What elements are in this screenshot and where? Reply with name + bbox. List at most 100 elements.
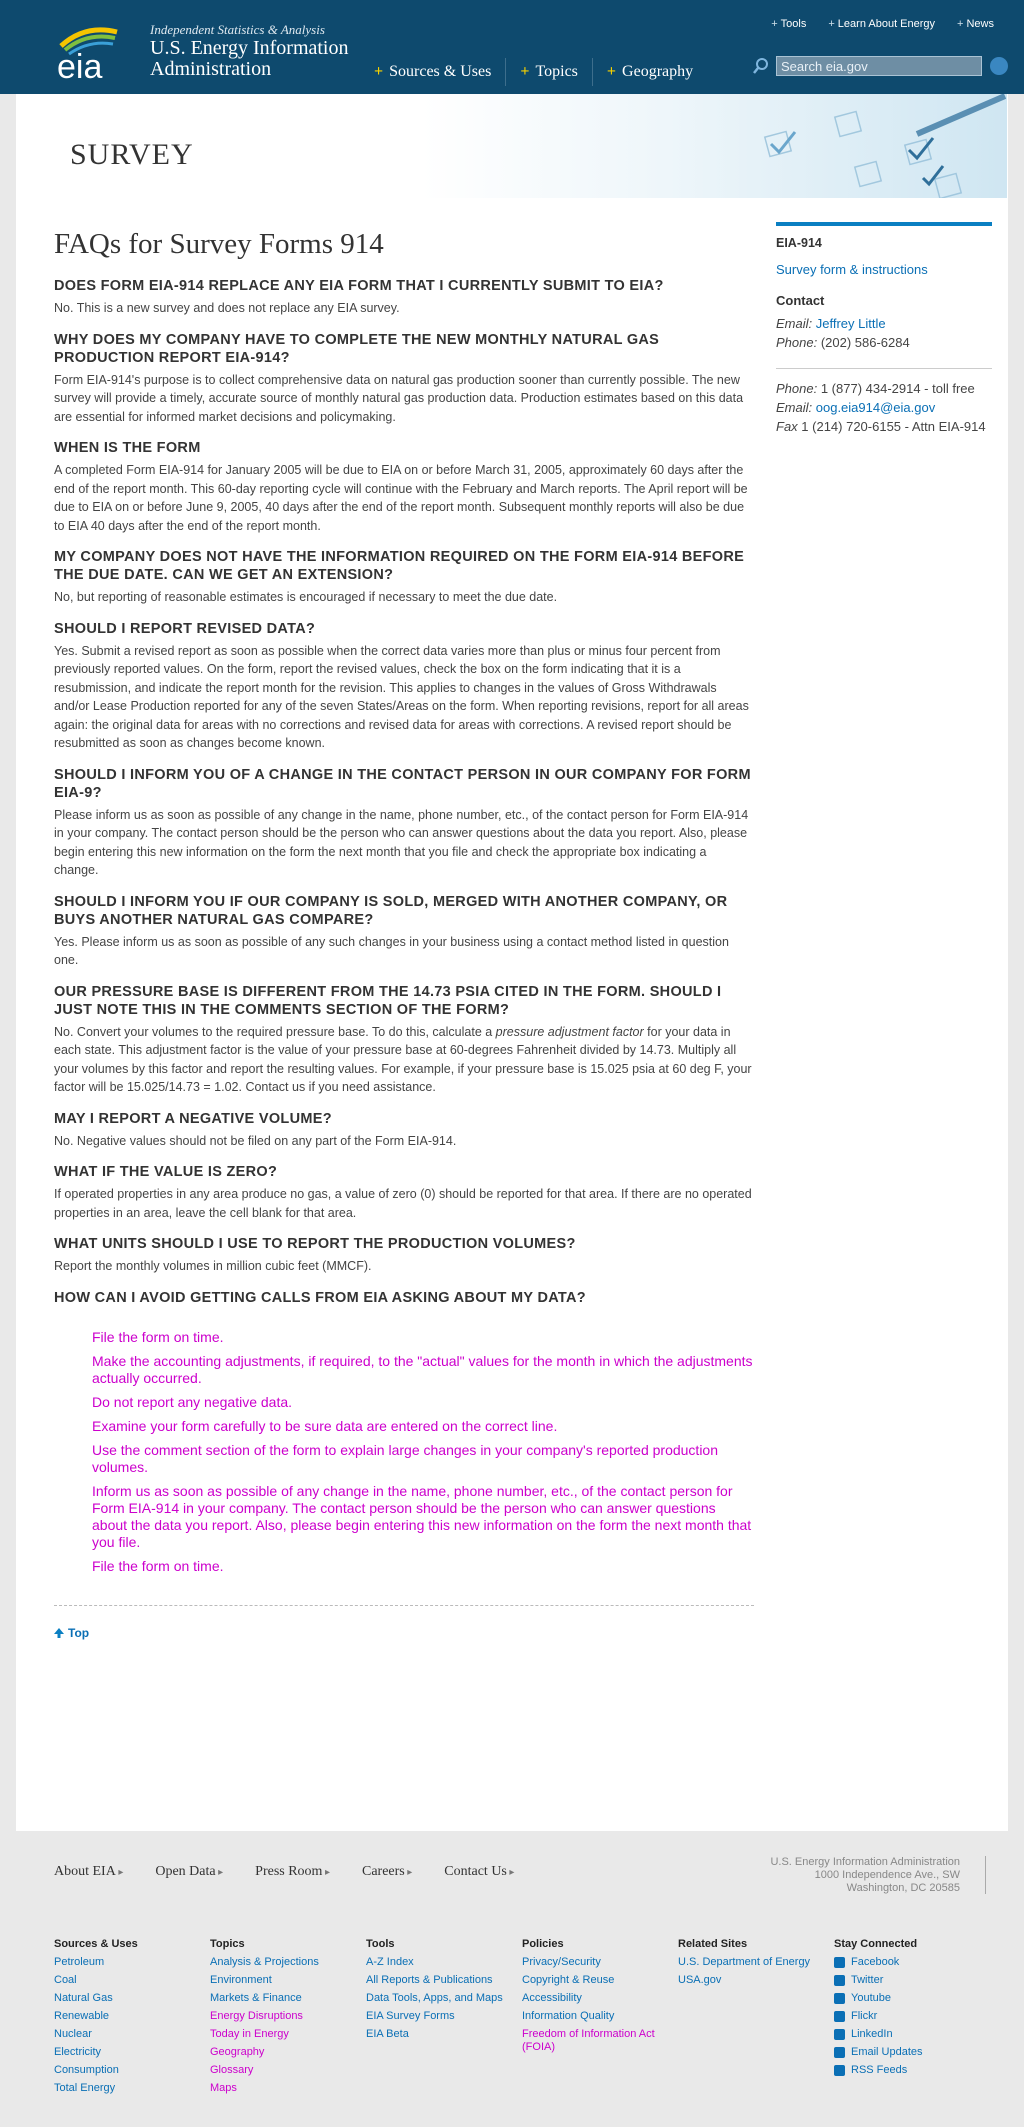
footer-link[interactable]: Coal (54, 1974, 210, 1987)
faq-item: OUR PRESSURE BASE IS DIFFERENT FROM THE … (54, 983, 754, 1097)
survey-form-link[interactable]: Survey form & instructions (776, 262, 992, 277)
email-updates-link[interactable]: Email Updates (834, 2046, 990, 2059)
sidebar-survey-box: EIA-914 Survey form & instructions Conta… (776, 222, 992, 352)
page-container: SURVEY FAQs for Survey Forms 914 DOES FO… (16, 94, 1008, 1831)
footer-col-social: Stay Connected Facebook Twitter Youtube … (834, 1938, 990, 2100)
survey-email: Email: oog.eia914@eia.gov (776, 400, 936, 415)
contact-name-link[interactable]: Jeffrey Little (816, 316, 886, 331)
faq-item: SHOULD I INFORM YOU IF OUR COMPANY IS SO… (54, 893, 754, 970)
faq-answer: No. Negative values should not be filed … (54, 1133, 457, 1148)
util-learn[interactable]: + Learn About Energy (828, 18, 935, 30)
tip-item: Inform us as soon as possible of any cha… (92, 1482, 752, 1550)
facebook-icon (834, 1957, 845, 1968)
page-title: FAQs for Survey Forms 914 (54, 228, 384, 260)
footer-link[interactable]: Renewable (54, 2010, 210, 2023)
faq-question: WHY DOES MY COMPANY HAVE TO COMPLETE THE… (54, 331, 660, 366)
search-input[interactable] (776, 56, 982, 76)
footer-link[interactable]: Maps (210, 2082, 366, 2095)
footer-link-about[interactable]: About EIA (54, 1864, 123, 1880)
footer-link[interactable]: U.S. Department of Energy (678, 1956, 834, 1969)
footer-link-careers[interactable]: Careers (362, 1864, 412, 1880)
faq-answer: Please inform us as soon as possible of … (54, 807, 749, 878)
sidebar-general-contact: Phone: 1 (877) 434-2914 - toll free Emai… (776, 368, 992, 436)
footer-col-related: Related Sites U.S. Department of Energy … (678, 1938, 834, 2100)
sidebar: EIA-914 Survey form & instructions Conta… (776, 222, 992, 436)
footer-link[interactable]: Geography (210, 2046, 366, 2059)
footer-link[interactable]: A-Z Index (366, 1956, 522, 1969)
checkbox-survey-image (763, 94, 1007, 198)
footer-link[interactable]: Freedom of Information Act (FOIA) (522, 2028, 678, 2054)
footer-link[interactable]: Accessibility (522, 1992, 678, 2005)
plus-icon: + (374, 63, 384, 80)
footer-link[interactable]: Natural Gas (54, 1992, 210, 2005)
linkedin-icon (834, 2029, 845, 2040)
survey-email-link[interactable]: oog.eia914@eia.gov (816, 400, 935, 415)
footer-link[interactable]: Consumption (54, 2064, 210, 2077)
footer-link[interactable]: Privacy/Security (522, 1956, 678, 1969)
twitter-link[interactable]: Twitter (834, 1974, 990, 1987)
footer-link[interactable]: Analysis & Projections (210, 1956, 366, 1969)
util-news[interactable]: + News (957, 18, 994, 30)
faq-answer: A completed Form EIA-914 for January 200… (54, 463, 748, 533)
footer-link[interactable]: EIA Beta (366, 2028, 522, 2041)
footer-link[interactable]: Glossary (210, 2064, 366, 2077)
faq-question: DOES FORM EIA-914 REPLACE ANY EIA FORM T… (54, 278, 664, 294)
utility-nav: + Tools + Learn About Energy + News (771, 18, 994, 30)
faq-question: SHOULD I INFORM YOU OF A CHANGE IN THE C… (54, 766, 751, 801)
footer-nav: About EIA Open Data Press Room Careers C… (54, 1864, 514, 1880)
faq-item: SHOULD I REPORT REVISED DATA? Yes. Submi… (54, 620, 754, 753)
footer-link[interactable]: USA.gov (678, 1974, 834, 1987)
agency-name[interactable]: Independent Statistics & Analysis U.S. E… (150, 22, 349, 80)
rss-icon (834, 2065, 845, 2076)
footer-link[interactable]: All Reports & Publications (366, 1974, 522, 1987)
tip-item: Make the accounting adjustments, if requ… (92, 1352, 753, 1386)
back-to-top-link[interactable]: Top (54, 1626, 754, 1640)
divider (985, 1856, 986, 1894)
footer-link[interactable]: Environment (210, 1974, 366, 1987)
faq-item: WHAT IF THE VALUE IS ZERO? If operated p… (54, 1163, 754, 1222)
footer-link-contact[interactable]: Contact Us (444, 1864, 514, 1880)
plus-icon: + (957, 18, 964, 30)
faq-answer: Form EIA-914's purpose is to collect com… (54, 372, 744, 424)
tip-item: File the form on time. (92, 1557, 224, 1574)
rss-link[interactable]: RSS Feeds (834, 2064, 990, 2077)
faq-question: HOW CAN I AVOID GETTING CALLS FROM EIA A… (54, 1289, 586, 1306)
footer-col-title: Topics (210, 1938, 245, 1950)
footer-link[interactable]: Today in Energy (210, 2028, 366, 2041)
tagline: Independent Statistics & Analysis (150, 22, 325, 37)
flickr-link[interactable]: Flickr (834, 2010, 990, 2023)
linkedin-link[interactable]: LinkedIn (834, 2028, 990, 2041)
footer-link[interactable]: Information Quality (522, 2010, 678, 2023)
nav-topics[interactable]: + Topics (506, 58, 593, 86)
footer-link[interactable]: EIA Survey Forms (366, 2010, 522, 2023)
youtube-link[interactable]: Youtube (834, 1992, 990, 2005)
util-tools[interactable]: + Tools (771, 18, 806, 30)
faq-item: MY COMPANY DOES NOT HAVE THE INFORMATION… (54, 548, 754, 607)
youtube-icon (834, 1993, 845, 2004)
footer-link[interactable]: Data Tools, Apps, and Maps (366, 1992, 522, 2005)
faq-item: MAY I REPORT A NEGATIVE VOLUME? No. Nega… (54, 1110, 754, 1151)
faq-question: SHOULD I REPORT REVISED DATA? (54, 620, 316, 637)
footer-link[interactable]: Copyright & Reuse (522, 1974, 678, 1987)
footer-col-sources: Sources & Uses Petroleum Coal Natural Ga… (54, 1938, 210, 2100)
footer-link-open-data[interactable]: Open Data (155, 1864, 223, 1880)
footer-link[interactable]: Nuclear (54, 2028, 210, 2041)
faq-answer: No. Convert your volumes to the required… (54, 1024, 752, 1095)
facebook-link[interactable]: Facebook (834, 1956, 990, 1969)
nav-geography[interactable]: + Geography (593, 58, 707, 86)
nav-sources-uses[interactable]: + Sources & Uses (360, 58, 507, 86)
eia-logo[interactable]: eia (55, 22, 135, 82)
footer-address: U.S. Energy Information Administration 1… (770, 1856, 960, 1894)
footer-col-tools: Tools A-Z Index All Reports & Publicatio… (366, 1938, 522, 2100)
footer-link[interactable]: Energy Disruptions (210, 2010, 366, 2023)
agency-line-1: U.S. Energy Information (150, 37, 349, 59)
faq-item: SHOULD I INFORM YOU OF A CHANGE IN THE C… (54, 766, 754, 880)
divider (54, 1604, 754, 1606)
footer-link[interactable]: Electricity (54, 2046, 210, 2059)
logo-text: eia (57, 48, 102, 82)
footer-link-press-room[interactable]: Press Room (255, 1864, 330, 1880)
footer-link[interactable]: Markets & Finance (210, 1992, 366, 2005)
footer-link[interactable]: Total Energy (54, 2082, 210, 2095)
footer-link[interactable]: Petroleum (54, 1956, 210, 1969)
search-submit-button[interactable] (990, 57, 1008, 75)
